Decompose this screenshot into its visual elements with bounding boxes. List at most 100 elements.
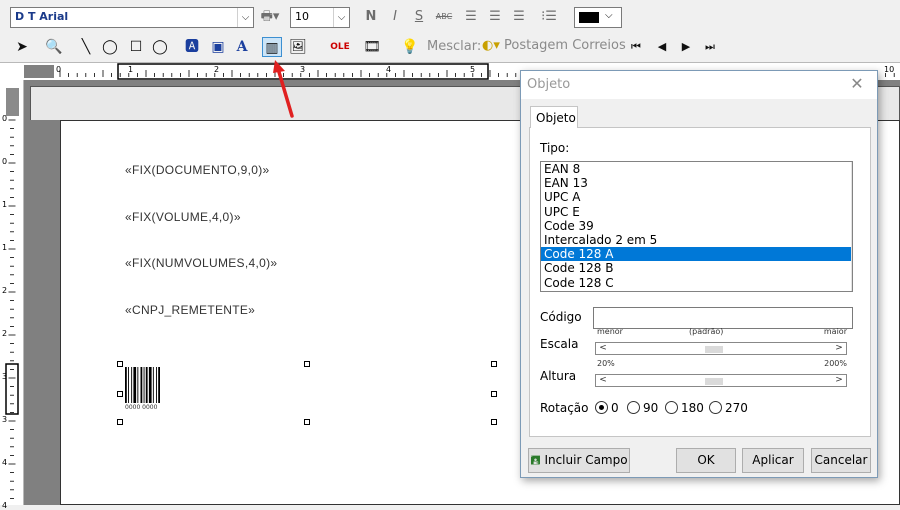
line-icon[interactable]: ╲ (76, 37, 96, 57)
rectangle-icon[interactable]: ☐ (126, 37, 146, 57)
barcode-icon[interactable]: ▥ (262, 37, 282, 57)
ok-button[interactable]: OK (676, 448, 736, 473)
underline-button[interactable]: S (410, 8, 428, 26)
tab-objeto-label: Objeto (536, 111, 576, 125)
tipo-list-item[interactable]: Code 128 B (541, 261, 852, 275)
ruler-number: 3 (2, 372, 8, 381)
field-numvolumes[interactable]: «FIX(NUMVOLUMES,4,0)» (125, 256, 277, 270)
resize-handle[interactable] (304, 419, 310, 425)
rotacao-radio-180[interactable] (665, 401, 678, 414)
resize-handle[interactable] (304, 361, 310, 367)
incluir-campo-label: Incluir Campo (544, 453, 628, 467)
rotacao-radio-0[interactable] (595, 401, 608, 414)
italic-button[interactable]: I (386, 8, 404, 26)
field-volume[interactable]: «FIX(VOLUME,4,0)» (125, 210, 241, 224)
strikethrough-button[interactable]: ABC (432, 8, 456, 26)
image-icon[interactable]: 🖼 (288, 37, 308, 57)
escala-thumb[interactable] (704, 346, 723, 353)
vertical-ruler: 0011223344 (0, 80, 24, 510)
font-size-select[interactable]: 10 ⌵ (290, 7, 350, 28)
field-cnpj-remetente[interactable]: «CNPJ_REMETENTE» (125, 303, 255, 317)
rotacao-radio-90[interactable] (627, 401, 640, 414)
ruler-number: 1 (128, 65, 134, 74)
previous-record-icon[interactable]: ◀ (652, 37, 672, 57)
chevron-right-icon[interactable]: > (834, 343, 844, 353)
merge-icon[interactable]: 💡 (400, 37, 420, 57)
circle-icon[interactable]: ◯ (150, 37, 170, 57)
ruler-number: 0 (2, 157, 8, 166)
zoom-icon[interactable]: 🔍 (44, 37, 64, 57)
pointer-icon[interactable]: ➤ (12, 37, 32, 57)
tipo-list-item[interactable]: Intercalado 2 em 5 (541, 233, 852, 247)
text-icon[interactable]: A (232, 37, 252, 57)
list-icon[interactable]: ⁝☰ (540, 8, 558, 26)
escala-slider[interactable]: menor (padrão) maior < > (593, 327, 853, 355)
next-record-icon[interactable]: ▶ (676, 37, 696, 57)
ruler-number: 5 (470, 65, 476, 74)
close-icon[interactable]: ✕ (847, 73, 867, 95)
ruler-number: 10 (884, 65, 895, 74)
codigo-input[interactable] (593, 307, 853, 329)
chevron-right-icon[interactable]: > (834, 375, 844, 385)
resize-handle[interactable] (491, 391, 497, 397)
ruler-number: 2 (2, 329, 8, 338)
text-box-icon[interactable]: 🅰 (182, 37, 202, 57)
ruler-number: 4 (386, 65, 392, 74)
tipo-list-scrollbar[interactable]: ︿ ﹀ (851, 162, 853, 291)
ruler-number: 1 (2, 243, 8, 252)
ruler-number: 1 (2, 200, 8, 209)
tipo-listbox[interactable]: EAN 8 EAN 13 UPC A UPC E Code 39 Intercalado … (540, 161, 853, 292)
postagem-merge-source[interactable]: ◐▾ Postagem Correios (482, 38, 626, 53)
tipo-list-item[interactable]: EAN 8 (541, 162, 852, 176)
chevron-up-icon[interactable]: ︿ (852, 162, 853, 178)
align-right-icon[interactable]: ☰ (510, 8, 528, 26)
altura-slider[interactable]: 20% 200% < > (593, 359, 853, 387)
color-picker[interactable]: ⌵ (574, 7, 622, 28)
ole-object-icon[interactable]: OLE (330, 37, 350, 57)
tipo-label: Tipo: (540, 141, 570, 155)
format-toolbar: D T Arial ⌵ 🖶▾ 10 ⌵ N I S ABC ☰ ☰ ☰ ⁝☰ ⌵ (0, 0, 900, 34)
chevron-left-icon[interactable]: < (598, 343, 608, 353)
align-center-icon[interactable]: ☰ (486, 8, 504, 26)
tipo-list-item[interactable]: Code 128 C (541, 276, 852, 290)
tipo-list-item[interactable]: Code 39 (541, 219, 852, 233)
vertical-scroll-thumb[interactable] (6, 88, 19, 116)
tab-objeto[interactable]: Objeto (530, 106, 578, 128)
barcode-digits: 0000 0000 (125, 404, 158, 411)
ruler-number: 0 (56, 65, 62, 74)
altura-track[interactable]: < > (595, 374, 847, 387)
incluir-campo-button[interactable]: 🖪 Incluir Campo (528, 448, 630, 473)
ellipse-icon[interactable]: ◯ (100, 37, 120, 57)
postagem-label: Postagem Correios (504, 38, 626, 53)
film-icon[interactable]: 🎞 (362, 37, 382, 57)
text-frame-icon[interactable]: ▣ (208, 37, 228, 57)
escala-track[interactable]: < > (595, 342, 847, 355)
tipo-list-item[interactable]: Code 128 A (541, 247, 852, 262)
cancelar-button[interactable]: Cancelar (811, 448, 871, 473)
merge-label: Mesclar: (427, 39, 482, 54)
tipo-list-item[interactable]: UPC A (541, 190, 852, 204)
aplicar-button[interactable]: Aplicar (742, 448, 804, 473)
chevron-left-icon[interactable]: < (598, 375, 608, 385)
incluir-campo-icon: 🖪 (530, 453, 541, 467)
field-documento[interactable]: «FIX(DOCUMENTO,9,0)» (125, 163, 269, 177)
chevron-down-icon[interactable]: ﹀ (852, 274, 853, 290)
tipo-list-item[interactable]: UPC E (541, 205, 852, 219)
resize-handle[interactable] (491, 361, 497, 367)
barcode-object[interactable]: 0000 0000 (117, 361, 497, 425)
rotacao-radio-270[interactable] (709, 401, 722, 414)
printer-icon[interactable]: 🖶▾ (257, 8, 283, 26)
postagem-arrow-icon: ◐▾ (482, 38, 500, 53)
first-record-icon[interactable]: ⏮ (626, 37, 646, 57)
resize-handle[interactable] (117, 419, 123, 425)
resize-handle[interactable] (491, 419, 497, 425)
dialog-titlebar[interactable]: Objeto ✕ (521, 71, 877, 99)
align-left-icon[interactable]: ☰ (462, 8, 480, 26)
last-record-icon[interactable]: ⏭ (700, 37, 720, 57)
tipo-list-item[interactable]: EAN 13 (541, 176, 852, 190)
bold-button[interactable]: N (362, 8, 380, 26)
chevron-down-icon: ⌵ (605, 10, 613, 21)
altura-thumb[interactable] (704, 378, 723, 385)
rotacao-option-label: 0 (611, 401, 619, 415)
font-name-select[interactable]: D T Arial ⌵ (10, 7, 254, 28)
